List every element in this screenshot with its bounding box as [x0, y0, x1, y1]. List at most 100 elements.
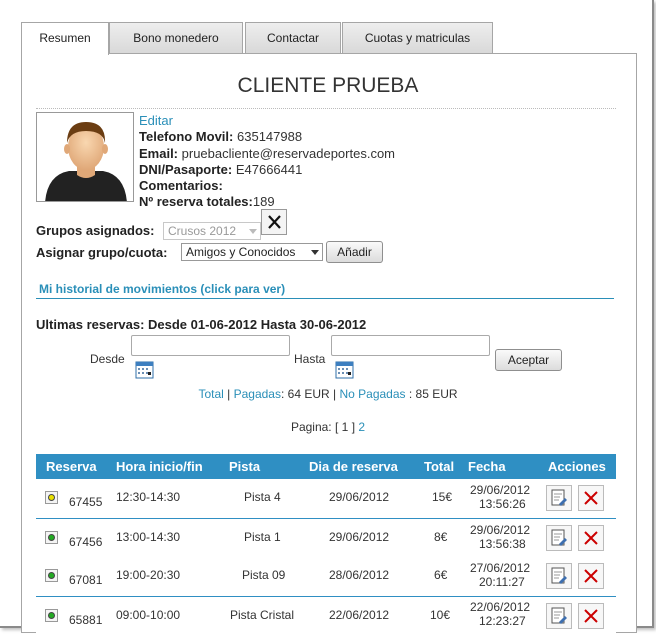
client-name: CLIENTE PRUEBA — [237, 74, 419, 97]
email-label: Email: — [139, 146, 179, 161]
hasta-input[interactable] — [331, 335, 490, 356]
edit-link[interactable]: Editar — [139, 113, 173, 128]
phone-value: 635147988 — [237, 129, 303, 144]
pager-close: ] — [351, 420, 356, 434]
tab-resumen[interactable]: Resumen — [21, 22, 109, 55]
col-dia[interactable]: Dia de reserva — [309, 459, 398, 474]
status-indicator — [45, 491, 58, 504]
hasta-calendar-button[interactable] — [335, 360, 355, 380]
delete-icon — [584, 491, 598, 505]
delete-reservation-button[interactable] — [578, 563, 604, 589]
close-icon — [268, 215, 281, 229]
col-total[interactable]: Total — [424, 459, 454, 474]
total-link[interactable]: Total — [198, 387, 223, 401]
title-divider — [36, 108, 616, 109]
cell-time: 20:11:27 — [479, 575, 525, 589]
cell-total: 15€ — [432, 490, 453, 504]
tab-bono-monedero[interactable]: Bono monedero — [109, 22, 243, 54]
pagadas-value: : 64 EUR — [280, 387, 330, 401]
edit-reservation-button[interactable] — [546, 563, 572, 589]
table-row: 65881 09:00-10:00 Pista Cristal 22/06/20… — [36, 597, 616, 637]
cell-court: Pista 1 — [244, 530, 281, 544]
delete-reservation-button[interactable] — [578, 485, 604, 511]
assign-group-value: Amigos y Conocidos — [186, 245, 296, 259]
dni-label: DNI/Pasaporte: — [139, 162, 233, 177]
history-divider — [36, 298, 614, 299]
desde-calendar-button[interactable] — [135, 360, 155, 380]
email-row: Email: pruebacliente@reservadeportes.com — [139, 146, 395, 161]
total-reservations-row: Nº reserva totales:189 — [139, 194, 275, 209]
desde-label: Desde — [90, 352, 125, 366]
table-row: 67456 13:00-14:30 Pista 1 29/06/2012 8€ … — [36, 519, 616, 559]
phone-label: Telefono Movil: — [139, 129, 234, 144]
remove-group-button[interactable] — [261, 209, 287, 235]
cell-id: 67456 — [69, 535, 103, 549]
no-pagadas-value: : 85 EUR — [408, 387, 458, 401]
pagadas-link[interactable]: Pagadas — [234, 387, 281, 401]
cell-time: 13:56:26 — [479, 497, 526, 511]
pager-page-2[interactable]: 2 — [358, 420, 365, 434]
accept-button[interactable]: Aceptar — [495, 349, 562, 371]
col-acciones: Acciones — [548, 459, 606, 474]
assigned-groups-value: Crusos 2012 — [168, 224, 237, 238]
delete-icon — [584, 609, 598, 623]
email-value: pruebacliente@reservadeportes.com — [181, 146, 396, 161]
tab-contactar[interactable]: Contactar — [245, 22, 341, 54]
cell-date: 29/06/2012 — [470, 483, 531, 497]
col-fecha[interactable]: Fecha — [468, 459, 506, 474]
edit-reservation-button[interactable] — [546, 603, 572, 629]
assign-group-label: Asignar grupo/cuota: — [36, 245, 168, 260]
cell-time: 13:56:38 — [479, 537, 526, 551]
pagination: Pagina: [ 1 ] 2 — [0, 420, 656, 434]
assigned-groups-select: Crusos 2012 — [163, 222, 261, 240]
cell-time: 12:23:27 — [479, 614, 526, 628]
delete-reservation-button[interactable] — [578, 525, 604, 551]
comments-label: Comentarios: — [139, 178, 223, 193]
dni-value: E47666441 — [235, 162, 303, 177]
pager-current: 1 — [341, 420, 349, 434]
status-indicator — [45, 609, 58, 622]
delete-icon — [584, 531, 598, 545]
hasta-label: Hasta — [294, 352, 326, 366]
edit-reservation-button[interactable] — [546, 485, 572, 511]
total-reservations-label: Nº reserva totales: — [139, 194, 253, 209]
cell-hours: 12:30-14:30 — [116, 490, 181, 504]
edit-document-icon — [551, 489, 567, 506]
delete-icon — [584, 569, 598, 583]
status-yellow-icon — [48, 494, 55, 501]
edit-reservation-button[interactable] — [546, 525, 572, 551]
cell-day: 29/06/2012 — [329, 530, 390, 544]
comments-row: Comentarios: — [139, 178, 223, 193]
cell-hours: 09:00-10:00 — [116, 608, 181, 622]
status-indicator — [45, 531, 58, 544]
delete-reservation-button[interactable] — [578, 603, 604, 629]
tab-cuotas-matriculas[interactable]: Cuotas y matriculas — [342, 22, 493, 54]
col-reserva[interactable]: Reserva — [46, 459, 97, 474]
reservations-heading: Ultimas reservas: Desde 01-06-2012 Hasta… — [36, 317, 367, 332]
totals-summary: Total | Pagadas: 64 EUR | No Pagadas : 8… — [198, 387, 458, 401]
cell-court: Pista 09 — [242, 568, 286, 582]
chevron-down-icon — [311, 250, 319, 255]
cell-court: Pista 4 — [244, 490, 281, 504]
calendar-icon — [135, 361, 154, 379]
calendar-icon — [335, 361, 354, 379]
edit-document-icon — [551, 529, 567, 546]
cell-hours: 19:00-20:30 — [116, 568, 181, 582]
no-pagadas-link[interactable]: No Pagadas — [339, 387, 405, 401]
add-group-button[interactable]: Añadir — [326, 241, 383, 263]
desde-input[interactable] — [131, 335, 290, 356]
cell-total: 6€ — [434, 568, 448, 582]
dni-row: DNI/Pasaporte: E47666441 — [139, 162, 302, 177]
cell-day: 29/06/2012 — [329, 490, 390, 504]
cell-day: 22/06/2012 — [329, 608, 390, 622]
assign-group-select[interactable]: Amigos y Conocidos — [181, 243, 323, 261]
edit-document-icon — [551, 567, 567, 584]
avatar — [36, 112, 134, 202]
col-pista[interactable]: Pista — [229, 459, 260, 474]
cell-date: 29/06/2012 — [470, 523, 531, 537]
history-link[interactable]: Mi historial de movimientos (click para … — [39, 282, 285, 296]
col-hora[interactable]: Hora inicio/fin — [116, 459, 203, 474]
status-green-icon — [48, 534, 55, 541]
cell-total: 8€ — [434, 530, 448, 544]
table-row: 67081 19:00-20:30 Pista 09 28/06/2012 6€… — [36, 557, 616, 597]
